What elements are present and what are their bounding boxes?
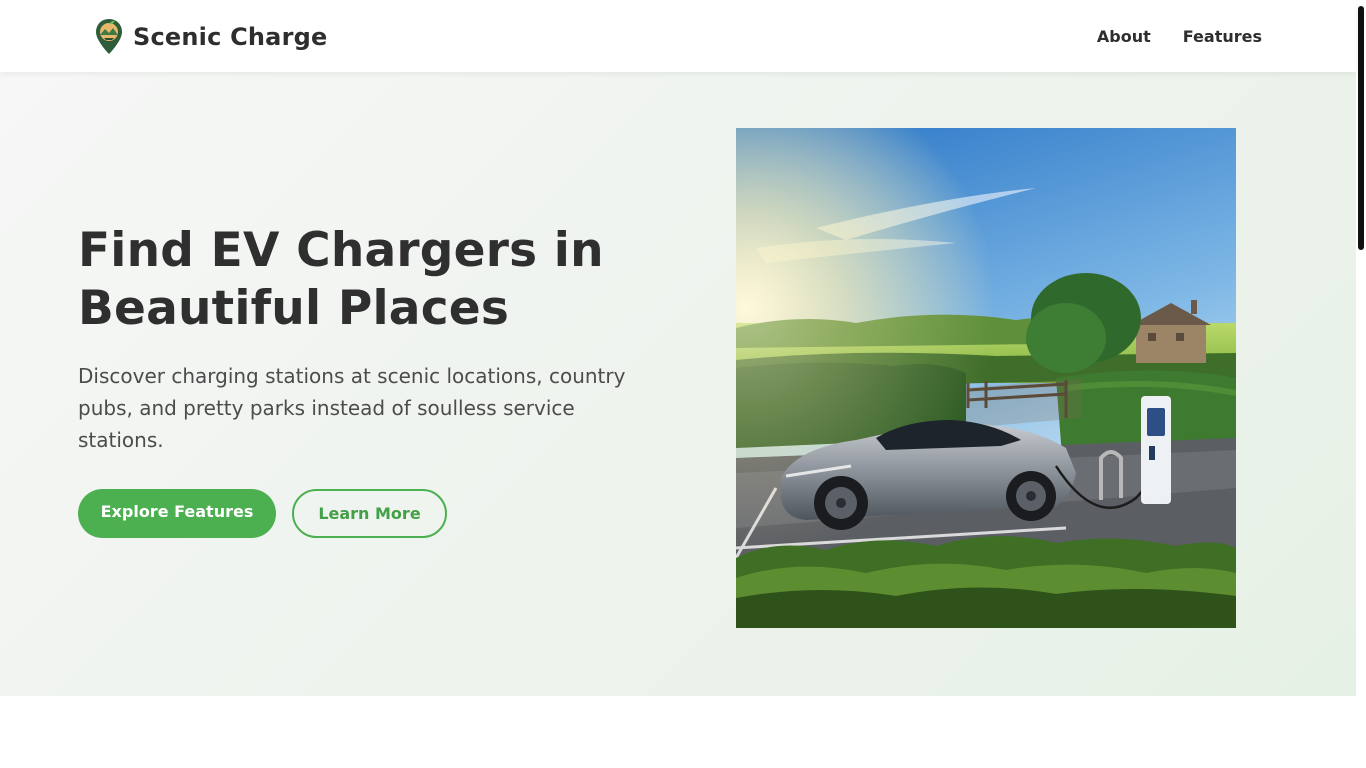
scrollbar[interactable] [1356,0,1366,768]
hero-section: Find EV Chargers in Beautiful Places Dis… [0,72,1356,696]
logo-icon [95,18,123,55]
hero-image [736,128,1236,628]
scrollbar-thumb[interactable] [1358,6,1364,250]
page: Scenic Charge About Features Find EV Cha… [0,0,1366,768]
nav-link-features[interactable]: Features [1183,27,1262,46]
site-header: Scenic Charge About Features [0,0,1356,72]
explore-features-button[interactable]: Explore Features [78,489,276,538]
main-nav: About Features [1097,0,1262,72]
brand[interactable]: Scenic Charge [95,18,327,55]
hero-description: Discover charging stations at scenic loc… [78,364,626,452]
nav-link-about[interactable]: About [1097,27,1151,46]
brand-name: Scenic Charge [133,22,328,51]
hero-title: Find EV Chargers in Beautiful Places [78,223,604,336]
learn-more-button[interactable]: Learn More [292,489,447,538]
